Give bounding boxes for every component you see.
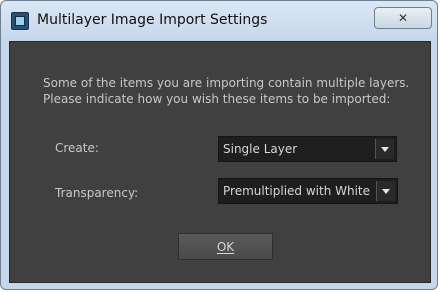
message-line-2: Please indicate how you wish these items… — [43, 92, 391, 106]
chevron-down-icon[interactable] — [375, 139, 394, 159]
transparency-select-value: Premultiplied with White — [223, 184, 371, 198]
instruction-message: Some of the items you are importing cont… — [43, 75, 428, 107]
dialog-content: Some of the items you are importing cont… — [9, 41, 431, 283]
close-icon: ✕ — [397, 11, 409, 25]
dialog-window: Multilayer Image Import Settings ✕ Some … — [0, 0, 438, 290]
title-bar[interactable]: Multilayer Image Import Settings ✕ — [1, 1, 437, 39]
create-label: Create: — [55, 141, 99, 155]
chevron-down-icon[interactable] — [376, 181, 395, 201]
message-line-1: Some of the items you are importing cont… — [43, 76, 410, 90]
create-select[interactable]: Single Layer — [218, 136, 397, 162]
transparency-label: Transparency: — [55, 186, 139, 200]
transparency-select[interactable]: Premultiplied with White — [218, 178, 398, 204]
window-title: Multilayer Image Import Settings — [37, 12, 268, 28]
ok-button-label: OK — [216, 239, 235, 254]
ok-button[interactable]: OK — [178, 233, 273, 260]
app-window-icon — [11, 12, 29, 30]
close-button[interactable]: ✕ — [374, 7, 432, 29]
create-select-value: Single Layer — [223, 142, 298, 156]
